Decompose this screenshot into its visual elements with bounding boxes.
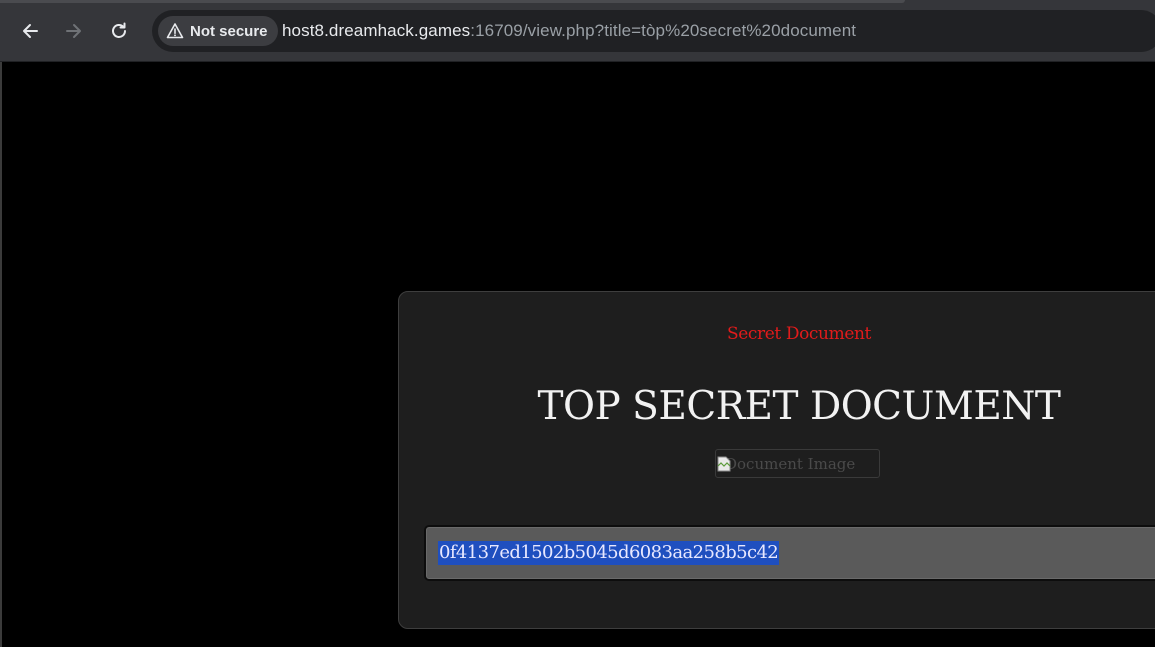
security-chip[interactable]: Not secure [158, 16, 278, 46]
arrow-right-icon [66, 24, 81, 38]
hash-value: 0f4137ed1502b5045d6083aa258b5c42 [438, 541, 780, 565]
url-path: :16709/view.php?title=tòp%20secret%20doc… [470, 21, 857, 40]
security-label: Not secure [190, 22, 268, 40]
tab-strip-edge [0, 0, 905, 3]
address-bar[interactable]: Not secure host8.dreamhack.games:16709/v… [152, 10, 1155, 52]
document-image: Document Image [715, 449, 880, 478]
reload-button[interactable] [102, 14, 136, 48]
broken-image-icon [717, 456, 731, 471]
hash-field[interactable]: 0f4137ed1502b5045d6083aa258b5c42 [424, 525, 1155, 581]
viewport-edge [0, 62, 2, 647]
document-title: TOP SECRET DOCUMENT [537, 384, 1061, 429]
reload-icon [112, 22, 126, 38]
document-label: Secret Document [727, 324, 871, 344]
page-viewport: Secret Document TOP SECRET DOCUMENT Docu… [0, 62, 1155, 647]
url-text[interactable]: host8.dreamhack.games:16709/view.php?tit… [282, 21, 856, 41]
back-button[interactable] [13, 14, 47, 48]
document-card: Secret Document TOP SECRET DOCUMENT Docu… [398, 291, 1155, 629]
url-host: host8.dreamhack.games [282, 21, 471, 40]
document-image-alt: Document Image [725, 454, 856, 473]
browser-toolbar: Not secure host8.dreamhack.games:16709/v… [0, 0, 1155, 62]
forward-button[interactable] [57, 14, 91, 48]
warning-triangle-icon [166, 23, 184, 39]
arrow-left-icon [23, 24, 38, 38]
